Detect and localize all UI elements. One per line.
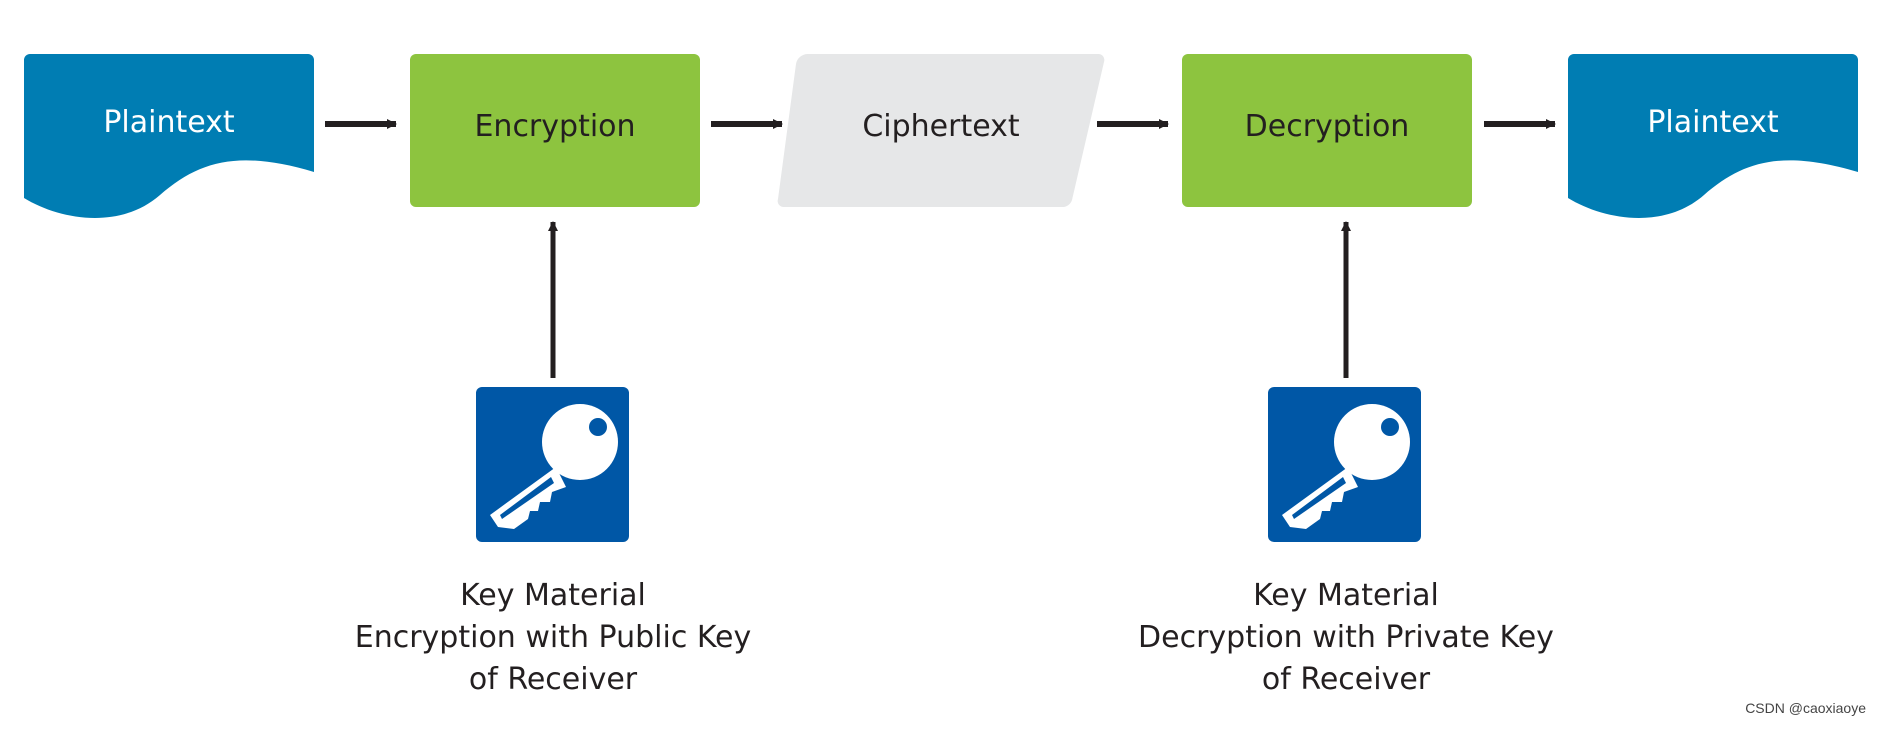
caption-line: Decryption with Private Key xyxy=(1138,620,1554,655)
caption-line: Key Material xyxy=(1253,578,1439,613)
encryption-label: Encryption xyxy=(474,109,635,144)
decryption-label: Decryption xyxy=(1245,109,1410,144)
plaintext-input-label: Plaintext xyxy=(103,105,235,140)
watermark: CSDN @caoxiaoye xyxy=(1745,700,1866,716)
caption-line: Encryption with Public Key xyxy=(354,620,752,655)
private-key-caption: Key Material Decryption with Private Key… xyxy=(1086,575,1606,701)
caption-line: of Receiver xyxy=(468,662,638,697)
plaintext-output-label: Plaintext xyxy=(1647,105,1779,140)
public-key-icon xyxy=(476,387,629,542)
ciphertext-label: Ciphertext xyxy=(862,109,1020,144)
public-key-caption: Key Material Encryption with Public Key … xyxy=(293,575,813,701)
caption-line: of Receiver xyxy=(1261,662,1431,697)
private-key-icon xyxy=(1268,387,1421,542)
caption-line: Key Material xyxy=(460,578,646,613)
